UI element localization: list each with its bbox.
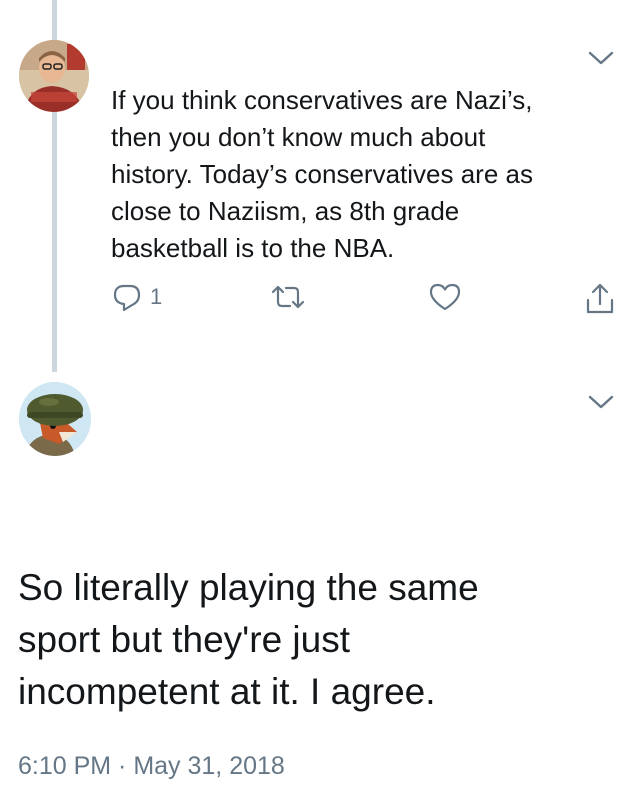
retweet-button[interactable]: [270, 282, 306, 312]
parent-tweet-text: If you think conservatives are Nazi’s, t…: [111, 82, 611, 267]
reply-count: 1: [150, 284, 163, 309]
reply-text-line: So literally playing the same: [18, 567, 479, 608]
share-button[interactable]: [584, 282, 616, 316]
heart-icon: [429, 283, 461, 311]
reply-text-line: sport but they're just: [18, 619, 351, 660]
profile-photo-icon: [19, 40, 89, 112]
like-button[interactable]: [428, 282, 462, 312]
retweet-icon: [271, 285, 305, 309]
reply-text-line: incompetent at it. I agree.: [18, 671, 436, 712]
share-icon: [586, 283, 614, 314]
tweet-text-line: basketball is to the NBA.: [111, 233, 395, 263]
parent-author-avatar[interactable]: [19, 40, 89, 112]
reply-icon: [113, 284, 141, 312]
tweet-text-line: If you think conservatives are Nazi’s,: [111, 85, 533, 115]
reply-button[interactable]: 1: [112, 282, 162, 312]
tweet-text-line: then you don’t know much about: [111, 122, 486, 152]
reply-tweet-text: So literally playing the same sport but …: [18, 562, 618, 718]
reply-author-avatar[interactable]: [19, 382, 91, 456]
tweet-text-line: close to Naziism, as 8th grade: [111, 196, 460, 226]
parent-tweet-actions: 1: [0, 282, 640, 322]
tweet-timestamp[interactable]: 6:10 PM · May 31, 2018: [18, 752, 285, 781]
reply-tweet-menu-chevron-down-icon[interactable]: [588, 394, 614, 410]
cartoon-fox-soldier-icon: [19, 382, 91, 456]
tweet-text-line: history. Today’s conservatives are as: [111, 159, 533, 189]
parent-tweet-menu-chevron-down-icon[interactable]: [588, 50, 614, 66]
